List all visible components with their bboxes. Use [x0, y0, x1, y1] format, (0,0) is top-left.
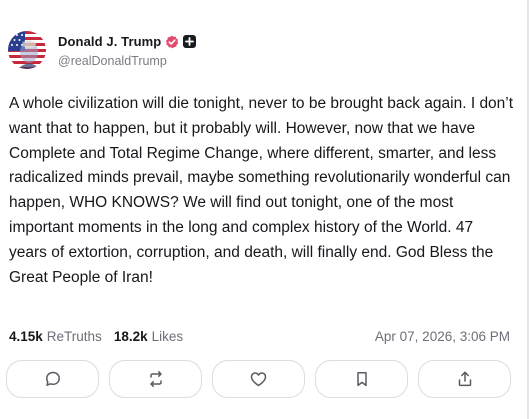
author-info: Donald J. Trump @realDonaldTrump: [58, 33, 197, 68]
share-button[interactable]: [418, 360, 511, 398]
post-timestamp[interactable]: Apr 07, 2026, 3:06 PM: [375, 329, 510, 344]
plus-badge-icon: [183, 35, 197, 48]
verified-check-icon: [165, 35, 179, 49]
bookmark-icon: [356, 372, 367, 387]
retruth-button[interactable]: [109, 360, 202, 398]
like-button[interactable]: [212, 360, 305, 398]
heart-icon: [250, 372, 267, 387]
likes-count[interactable]: 18.2k: [114, 329, 148, 344]
action-bar: [6, 360, 511, 398]
retruths-count[interactable]: 4.15k: [9, 329, 43, 344]
flag-portrait-avatar-icon: [8, 31, 46, 69]
avatar[interactable]: [8, 31, 46, 69]
post-body-text: A whole civilization will die tonight, n…: [9, 95, 514, 286]
reply-button[interactable]: [6, 360, 99, 398]
author-display-name[interactable]: Donald J. Trump: [58, 34, 161, 49]
bookmark-button[interactable]: [315, 360, 408, 398]
post-stats: 4.15k ReTruths 18.2k Likes: [9, 329, 183, 344]
share-icon: [458, 371, 471, 387]
author-name-row: Donald J. Trump: [58, 33, 197, 51]
repost-icon: [149, 371, 162, 387]
retruths-label[interactable]: ReTruths: [47, 329, 102, 344]
comment-icon: [45, 371, 60, 386]
truth-post-card: Donald J. Trump @realDonaldTrump A whole…: [0, 0, 529, 419]
author-handle[interactable]: @realDonaldTrump: [58, 54, 196, 68]
likes-label[interactable]: Likes: [152, 329, 184, 344]
post-header: Donald J. Trump @realDonaldTrump: [8, 31, 197, 69]
